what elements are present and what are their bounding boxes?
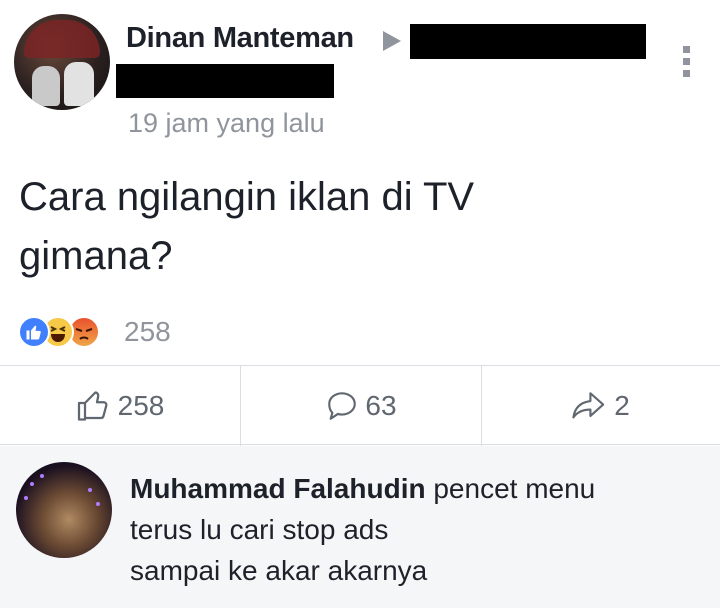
share-button[interactable]: 2 xyxy=(480,366,720,446)
share-count: 2 xyxy=(614,390,630,421)
comment-author-name[interactable]: Muhammad Falahudin xyxy=(130,473,426,504)
like-button[interactable]: 258 xyxy=(0,366,240,446)
commenter-avatar[interactable] xyxy=(16,462,112,558)
avatar-badge-graphic xyxy=(24,20,100,58)
comment-text: pencet menu xyxy=(433,473,596,504)
comment-text: terus lu cari stop ads xyxy=(130,514,389,545)
reaction-count: 258 xyxy=(124,316,171,347)
post-timestamp[interactable]: 19 jam yang lalu xyxy=(128,108,325,139)
comment-button[interactable]: 63 xyxy=(240,366,482,446)
comment-item: Muhammad Falahudin pencet menu terus lu … xyxy=(0,446,720,608)
comment-bubble-icon xyxy=(328,392,357,420)
avatar-figure xyxy=(64,62,94,106)
action-bar: 258 63 2 xyxy=(0,365,720,446)
thumbs-up-icon xyxy=(77,391,108,421)
avatar-figure xyxy=(32,66,60,106)
author-name[interactable]: Dinan Manteman xyxy=(126,22,354,55)
post-text: Cara ngilangin iklan di TV gimana? xyxy=(19,168,659,286)
post-text-line: Cara ngilangin iklan di TV xyxy=(19,175,475,219)
share-arrow-icon xyxy=(572,392,605,419)
shared-to-arrow-icon xyxy=(383,31,401,51)
redacted-target-name xyxy=(116,64,334,98)
post-text-line: gimana? xyxy=(19,234,173,278)
redacted-target-name xyxy=(410,24,646,59)
author-avatar[interactable] xyxy=(14,14,110,110)
like-reaction-icon xyxy=(18,316,50,348)
post-header: Dinan Manteman 19 jam yang lalu xyxy=(0,0,720,150)
comment-text: sampai ke akar akarnya xyxy=(130,555,428,586)
comment-count: 63 xyxy=(365,390,397,421)
more-options-icon[interactable] xyxy=(683,46,693,78)
like-count: 258 xyxy=(117,390,165,421)
comment-body: Muhammad Falahudin pencet menu terus lu … xyxy=(130,468,690,591)
